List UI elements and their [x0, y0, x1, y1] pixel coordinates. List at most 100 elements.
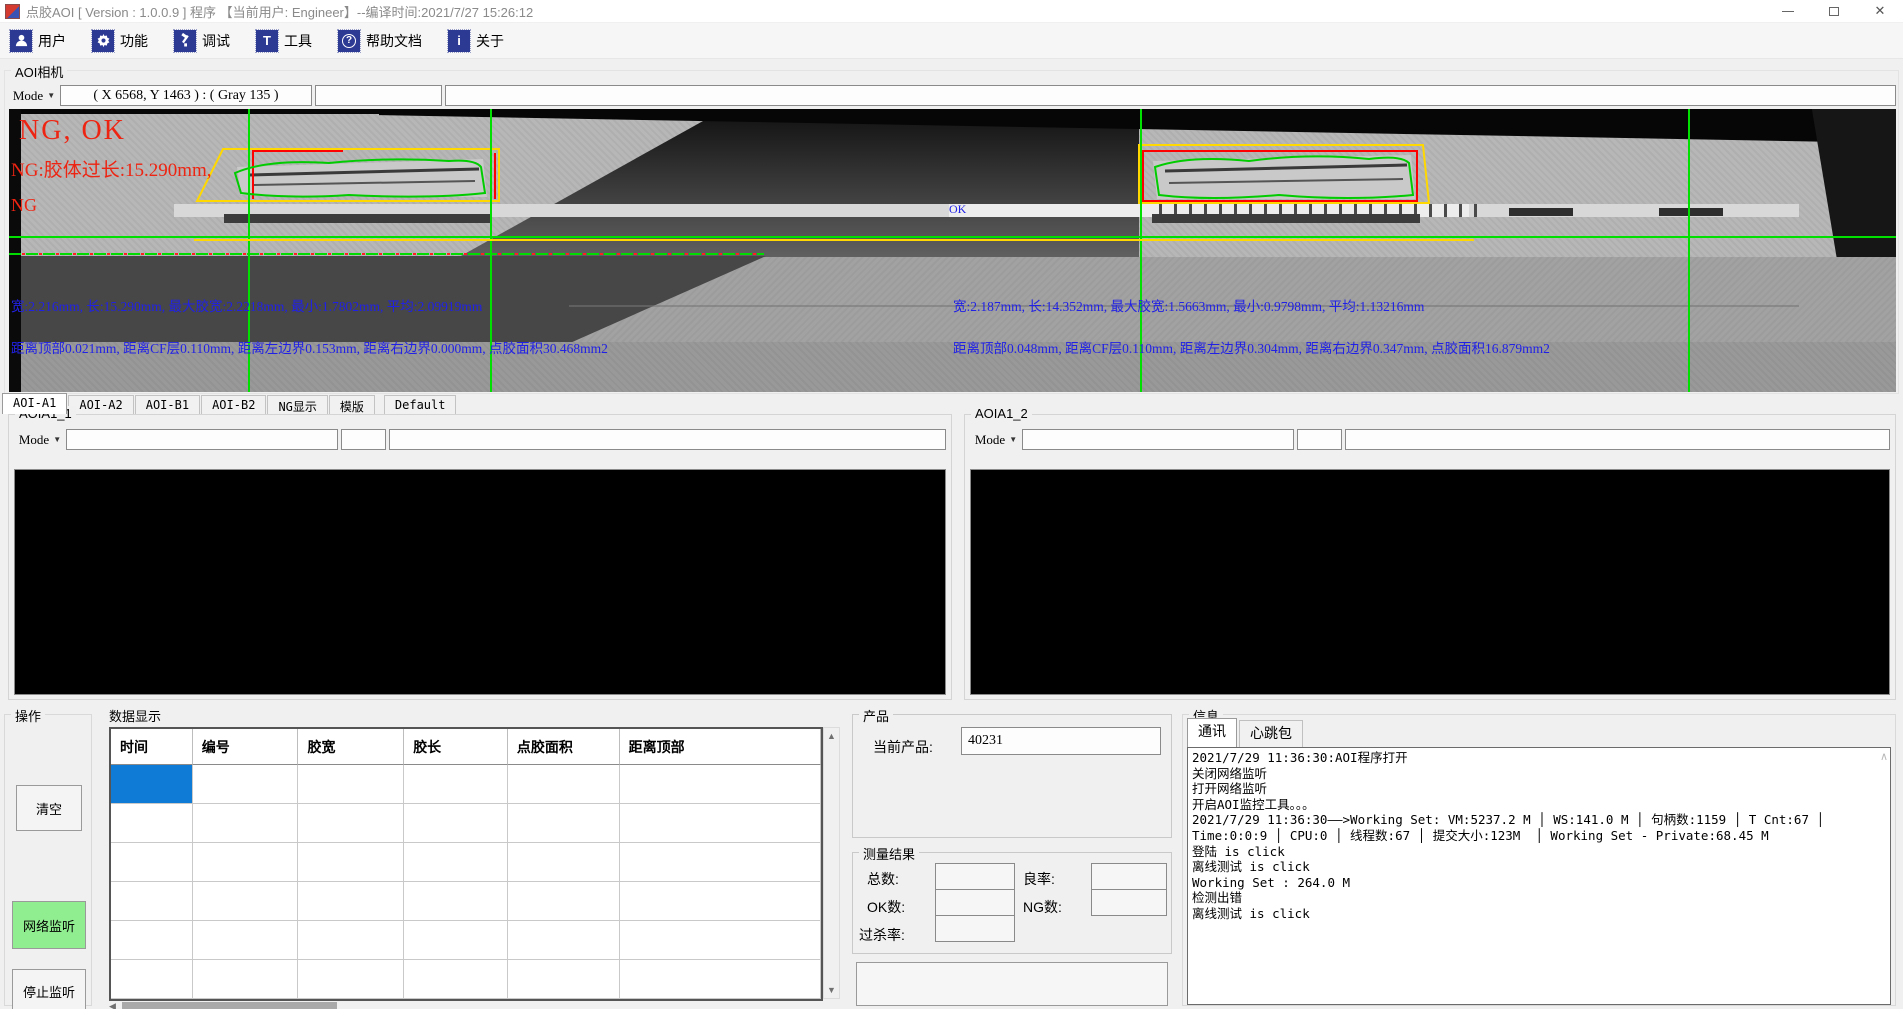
table-cell[interactable] — [404, 804, 508, 843]
scroll-down-icon[interactable]: ▼ — [827, 985, 836, 995]
table-cell[interactable] — [620, 804, 821, 843]
restore-button[interactable] — [1811, 0, 1857, 22]
measurement-groupbox: 测量结果 总数: OK数: 过杀率: 良率: NG数: — [852, 852, 1172, 954]
communication-log[interactable]: 2021/7/29 11:36:30:AOI程序打开 关闭网络监听 打开网络监听… — [1187, 747, 1891, 1005]
result-overlay-text: NG, OK — [19, 115, 126, 147]
table-row[interactable] — [111, 843, 821, 882]
tab-aoi-b1[interactable]: AOI-B1 — [135, 395, 200, 414]
left-measurements-line1: 宽:2.216mm, 长:15.290mm, 最大胶宽:2.2218mm, 最小… — [11, 295, 482, 315]
table-cell[interactable] — [193, 921, 299, 960]
network-listen-button[interactable]: 网络监听 — [12, 901, 86, 949]
column-header[interactable]: 点胶面积 — [508, 729, 620, 765]
left-measurements-line2: 距离顶部0.021mm, 距离CF层0.110mm, 距离左边界0.153mm,… — [11, 337, 608, 357]
table-cell[interactable] — [111, 921, 193, 960]
table-cell[interactable] — [508, 765, 620, 804]
tab-aoi-b2[interactable]: AOI-B2 — [201, 395, 266, 414]
table-cell[interactable] — [193, 765, 299, 804]
column-header[interactable]: 胶长 — [404, 729, 508, 765]
toolbar-item-help[interactable]: ? 帮助文档 — [338, 30, 422, 52]
ok-count-field[interactable] — [935, 889, 1015, 916]
table-cell[interactable] — [620, 921, 821, 960]
total-field[interactable] — [935, 863, 1015, 890]
scrollbar-thumb[interactable] — [122, 1002, 337, 1009]
clear-button[interactable]: 清空 — [16, 785, 82, 831]
table-cell[interactable] — [193, 882, 299, 921]
ng-count-field[interactable] — [1091, 889, 1167, 916]
tab-ng-display[interactable]: NG显示 — [267, 395, 327, 414]
table-cell[interactable] — [404, 882, 508, 921]
table-cell[interactable] — [298, 960, 404, 999]
current-product-field[interactable]: 40231 — [961, 727, 1161, 755]
table-cell[interactable] — [620, 960, 821, 999]
camera-live-view[interactable]: NG, OK NG:胶体过长:15.290mm, NG OK 宽:2.216mm… — [9, 109, 1896, 392]
table-cell[interactable] — [298, 921, 404, 960]
close-button[interactable]: ✕ — [1857, 0, 1903, 22]
table-cell[interactable] — [111, 882, 193, 921]
table-row[interactable] — [111, 960, 821, 999]
tab-aoi-a2[interactable]: AOI-A2 — [68, 395, 133, 414]
stop-listen-button[interactable]: 停止监听 — [12, 969, 86, 1009]
table-cell[interactable] — [111, 804, 193, 843]
column-header[interactable]: 编号 — [193, 729, 299, 765]
table-cell[interactable] — [508, 921, 620, 960]
overkill-rate-field[interactable] — [935, 915, 1015, 942]
tab-heartbeat[interactable]: 心跳包 — [1239, 720, 1303, 747]
yield-rate-field[interactable] — [1091, 863, 1167, 890]
table-cell[interactable] — [404, 960, 508, 999]
tab-communication[interactable]: 通讯 — [1187, 718, 1237, 747]
ok-overlay-text: OK — [949, 202, 966, 217]
minimize-button[interactable] — [1765, 0, 1811, 22]
camera-info-box-2 — [445, 85, 1896, 106]
table-cell[interactable] — [620, 765, 821, 804]
tab-template[interactable]: 模版 — [329, 395, 375, 414]
table-cell[interactable] — [620, 843, 821, 882]
table-row[interactable] — [111, 765, 821, 804]
window-title: 点胶AOI [ Version : 1.0.0.9 ] 程序 【当前用户: En… — [26, 2, 533, 21]
panel1-image-canvas[interactable] — [14, 469, 946, 695]
table-horizontal-scrollbar[interactable]: ◀ — [109, 1001, 823, 1009]
tab-default[interactable]: Default — [384, 395, 457, 414]
table-row[interactable] — [111, 882, 821, 921]
tab-aoi-a1[interactable]: AOI-A1 — [2, 393, 67, 414]
toolbar-item-about[interactable]: i 关于 — [448, 30, 504, 52]
table-cell[interactable] — [298, 804, 404, 843]
table-row[interactable] — [111, 921, 821, 960]
column-header[interactable]: 距离顶部 — [620, 729, 821, 765]
column-header[interactable]: 胶宽 — [298, 729, 404, 765]
scroll-up-icon[interactable]: ▲ — [827, 731, 836, 741]
data-table[interactable]: 时间编号胶宽胶长点胶面积距离顶部 — [109, 727, 823, 1001]
toolbar-item-user[interactable]: 用户 — [10, 30, 66, 52]
table-cell[interactable] — [111, 843, 193, 882]
table-cell[interactable] — [298, 843, 404, 882]
table-cell[interactable] — [508, 882, 620, 921]
table-cell[interactable] — [298, 882, 404, 921]
panel1-mode-dropdown[interactable]: Mode ▼ — [14, 429, 66, 450]
camera-info-box-1 — [315, 85, 442, 106]
selected-cell[interactable] — [111, 765, 193, 804]
camera-mode-dropdown[interactable]: Mode ▼ — [8, 85, 60, 106]
table-row[interactable] — [111, 804, 821, 843]
table-cell[interactable] — [193, 960, 299, 999]
table-cell[interactable] — [508, 960, 620, 999]
toolbar-item-tools[interactable]: T 工具 — [256, 30, 312, 52]
table-cell[interactable] — [193, 843, 299, 882]
scroll-up-icon[interactable]: ∧ — [1880, 750, 1888, 763]
table-cell[interactable] — [404, 921, 508, 960]
table-cell[interactable] — [111, 960, 193, 999]
app-icon — [5, 4, 20, 19]
table-cell[interactable] — [508, 804, 620, 843]
table-cell[interactable] — [508, 843, 620, 882]
column-header[interactable]: 时间 — [111, 729, 193, 765]
table-vertical-scrollbar[interactable]: ▲ ▼ — [823, 727, 840, 999]
table-cell[interactable] — [404, 843, 508, 882]
camera-group-label: AOI相机 — [11, 62, 67, 81]
scroll-left-icon[interactable]: ◀ — [109, 1001, 116, 1009]
table-cell[interactable] — [404, 765, 508, 804]
table-cell[interactable] — [193, 804, 299, 843]
panel2-image-canvas[interactable] — [970, 469, 1890, 695]
toolbar-item-function[interactable]: 功能 — [92, 30, 148, 52]
toolbar-item-debug[interactable]: 调试 — [174, 30, 230, 52]
table-cell[interactable] — [620, 882, 821, 921]
table-cell[interactable] — [298, 765, 404, 804]
panel2-mode-dropdown[interactable]: Mode ▼ — [970, 429, 1022, 450]
